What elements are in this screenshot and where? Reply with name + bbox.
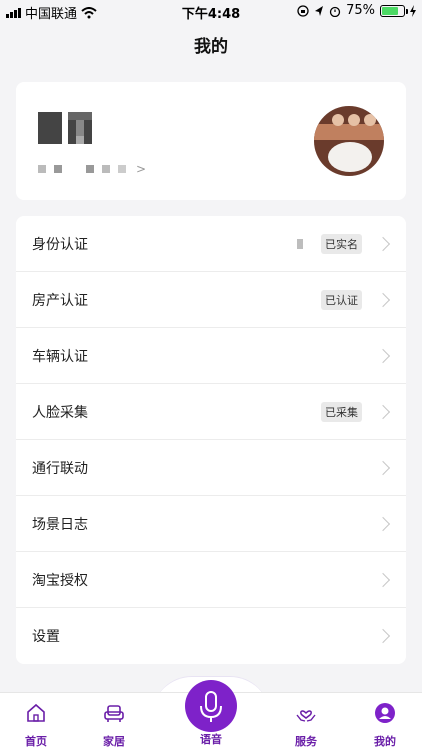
- chevron-right-icon: [375, 236, 391, 252]
- user-subtitle-mosaic[interactable]: >: [38, 162, 146, 176]
- home-icon: [27, 703, 45, 722]
- status-badge: 已采集: [321, 402, 362, 422]
- menu-item-settings[interactable]: 设置: [16, 608, 406, 664]
- tab-voice-label: 语音: [200, 733, 222, 746]
- location-icon: [315, 5, 324, 16]
- chevron-right-icon: [375, 292, 391, 308]
- user-name-mosaic: [38, 112, 92, 144]
- microphone-icon: [200, 691, 222, 722]
- chevron-right-icon: [375, 460, 391, 476]
- charging-icon: [410, 4, 416, 17]
- battery-icon: [380, 4, 408, 17]
- page-title: 我的: [194, 37, 228, 57]
- tab-mine[interactable]: 我的: [355, 693, 415, 750]
- avatar[interactable]: [314, 106, 384, 176]
- menu-label: 房产认证: [32, 292, 88, 309]
- tab-service[interactable]: 服务: [276, 693, 336, 750]
- mosaic-mark: [297, 239, 303, 249]
- tab-label: 首页: [25, 735, 47, 748]
- chevron-right-icon: [375, 348, 391, 364]
- user-icon: [375, 703, 395, 723]
- menu-item-identity[interactable]: 身份认证 已实名: [16, 216, 406, 272]
- alarm-icon: [329, 6, 341, 17]
- status-right: 75%: [297, 3, 416, 18]
- menu-label: 设置: [32, 629, 60, 645]
- voice-button[interactable]: [185, 680, 237, 732]
- menu-item-vehicle[interactable]: 车辆认证: [16, 328, 406, 384]
- menu-list: 身份认证 已实名 房产认证 已认证 车辆认证 人脸采集 已采集 通行联动 场景日: [16, 216, 406, 664]
- menu-item-face[interactable]: 人脸采集 已采集: [16, 384, 406, 440]
- tab-family[interactable]: 家居: [84, 693, 144, 750]
- menu-label: 人脸采集: [32, 404, 88, 421]
- status-badge: 已认证: [321, 290, 362, 310]
- sofa-icon: [104, 705, 124, 722]
- menu-label: 场景日志: [32, 516, 88, 533]
- menu-item-property[interactable]: 房产认证 已认证: [16, 272, 406, 328]
- profile-card[interactable]: >: [16, 82, 406, 200]
- tab-label: 家居: [103, 735, 125, 748]
- menu-item-taobao-auth[interactable]: 淘宝授权: [16, 552, 406, 608]
- menu-item-access-link[interactable]: 通行联动: [16, 440, 406, 496]
- chevron-right-icon: [375, 628, 391, 644]
- status-badge: 已实名: [321, 234, 362, 254]
- tab-label: 我的: [374, 735, 396, 748]
- rotation-lock-icon: [297, 4, 309, 17]
- menu-label: 通行联动: [32, 460, 88, 477]
- tab-label: 服务: [295, 735, 317, 748]
- tab-home[interactable]: 首页: [6, 693, 66, 750]
- profile-arrow: >: [136, 162, 147, 176]
- menu-label: 淘宝授权: [32, 572, 88, 589]
- chevron-right-icon: [375, 572, 391, 588]
- chevron-right-icon: [375, 404, 391, 420]
- menu-item-scene-log[interactable]: 场景日志: [16, 496, 406, 552]
- menu-label: 车辆认证: [32, 348, 88, 365]
- battery-percent: 75%: [346, 3, 375, 18]
- chevron-right-icon: [375, 516, 391, 532]
- heart-hands-icon: [296, 710, 316, 722]
- menu-label: 身份认证: [32, 236, 88, 253]
- status-bar: 中国联通 下午4:48 75%: [0, 0, 422, 22]
